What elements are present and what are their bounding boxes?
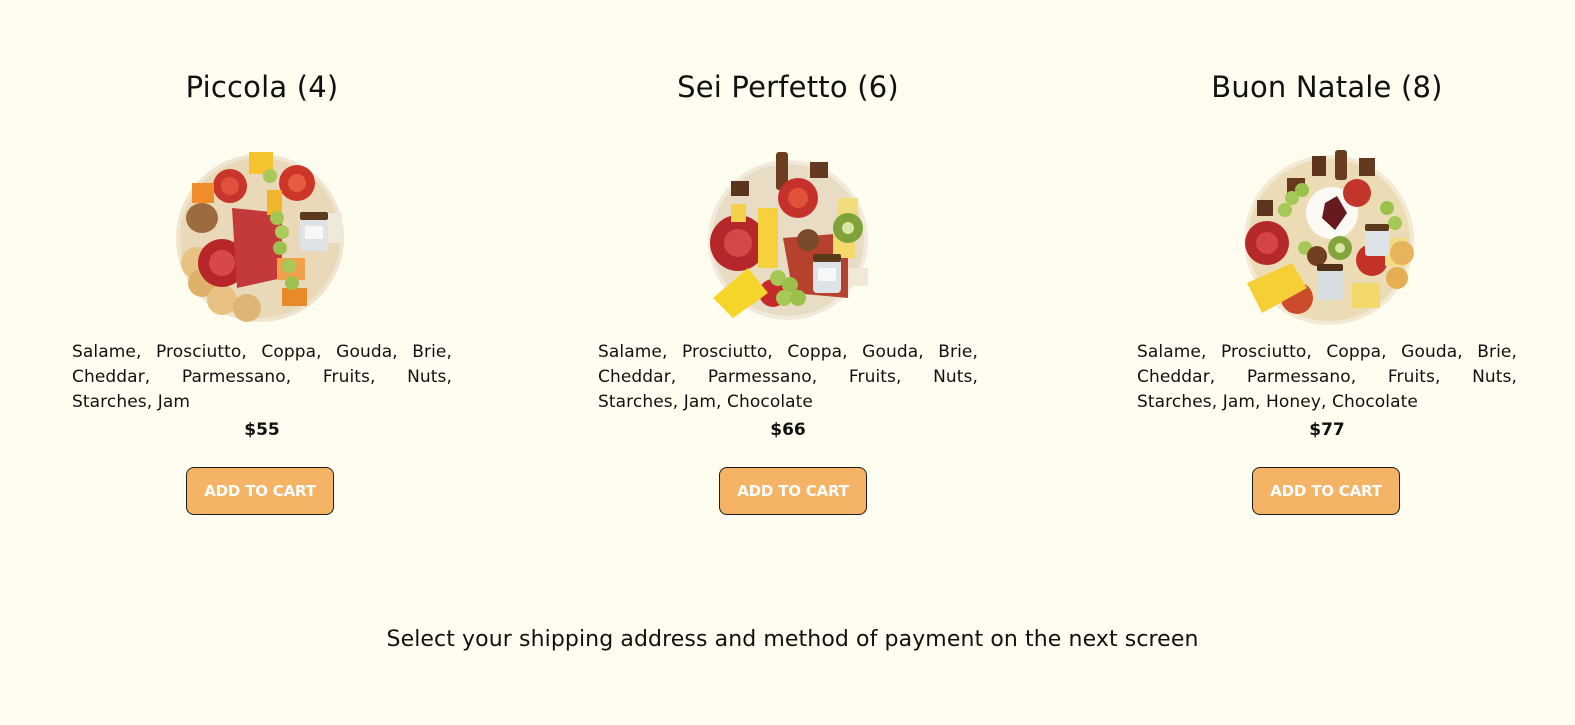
product-price: $66 <box>770 420 806 440</box>
product-price: $77 <box>1309 420 1345 440</box>
product-page: Piccola (4) Salame, Prosciutto, Coppa, G… <box>0 0 1575 725</box>
product-image <box>72 148 452 326</box>
shipping-note: Select your shipping address and method … <box>386 627 1199 652</box>
product-image <box>598 148 978 326</box>
product-image <box>1137 148 1517 326</box>
product-title: Buon Natale (8) <box>1211 70 1443 104</box>
product-price: $55 <box>244 420 280 440</box>
add-to-cart-button[interactable]: ADD TO CART <box>1252 467 1400 515</box>
charcuterie-board-image <box>176 152 344 322</box>
product-description: Salame, Prosciutto, Coppa, Gouda, Brie, … <box>598 342 978 412</box>
charcuterie-board-image <box>1244 150 1414 325</box>
product-description: Salame, Prosciutto, Coppa, Gouda, Brie, … <box>1137 342 1517 412</box>
product-description: Salame, Prosciutto, Coppa, Gouda, Brie, … <box>72 342 452 412</box>
product-title: Sei Perfetto (6) <box>677 70 899 104</box>
product-title: Piccola (4) <box>185 70 339 104</box>
add-to-cart-button[interactable]: ADD TO CART <box>186 467 334 515</box>
charcuterie-board-image <box>708 152 868 320</box>
add-to-cart-button[interactable]: ADD TO CART <box>719 467 867 515</box>
